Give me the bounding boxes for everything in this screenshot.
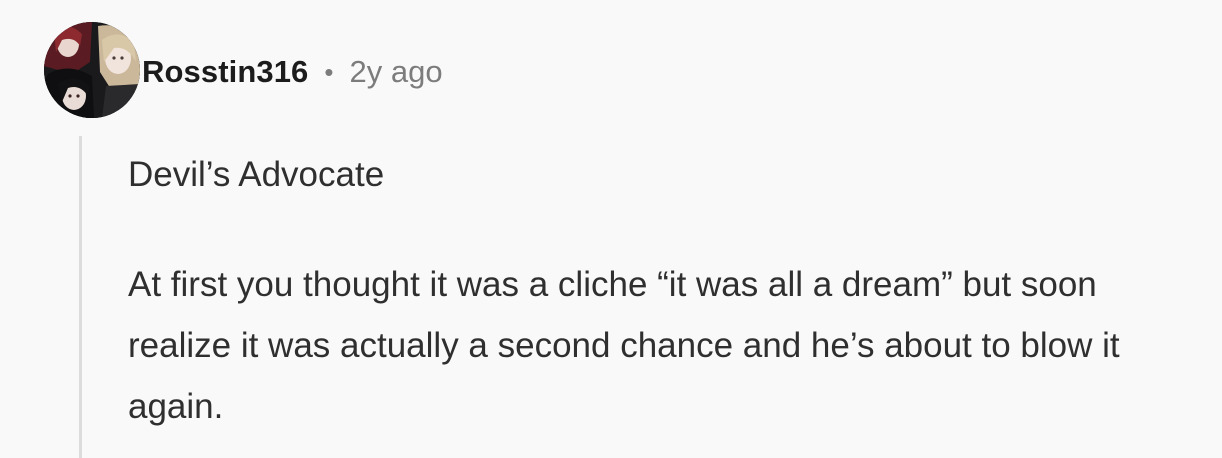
- comment-paragraph: At first you thought it was a cliche “it…: [128, 265, 1120, 426]
- comment-paragraph: Devil’s Advocate: [128, 155, 385, 194]
- comment-meta: Rosstin316 • 2y ago: [142, 50, 443, 94]
- comment-body: Devil’s Advocate At first you thought it…: [128, 144, 1128, 437]
- thread-line[interactable]: [79, 136, 82, 458]
- username-link[interactable]: Rosstin316: [142, 54, 308, 90]
- comment-timestamp[interactable]: 2y ago: [350, 54, 443, 90]
- comment: Rosstin316 • 2y ago Devil’s Advocate At …: [0, 0, 1222, 458]
- user-avatar[interactable]: [44, 22, 140, 118]
- avatar-image: [44, 22, 140, 118]
- meta-separator: •: [324, 57, 334, 87]
